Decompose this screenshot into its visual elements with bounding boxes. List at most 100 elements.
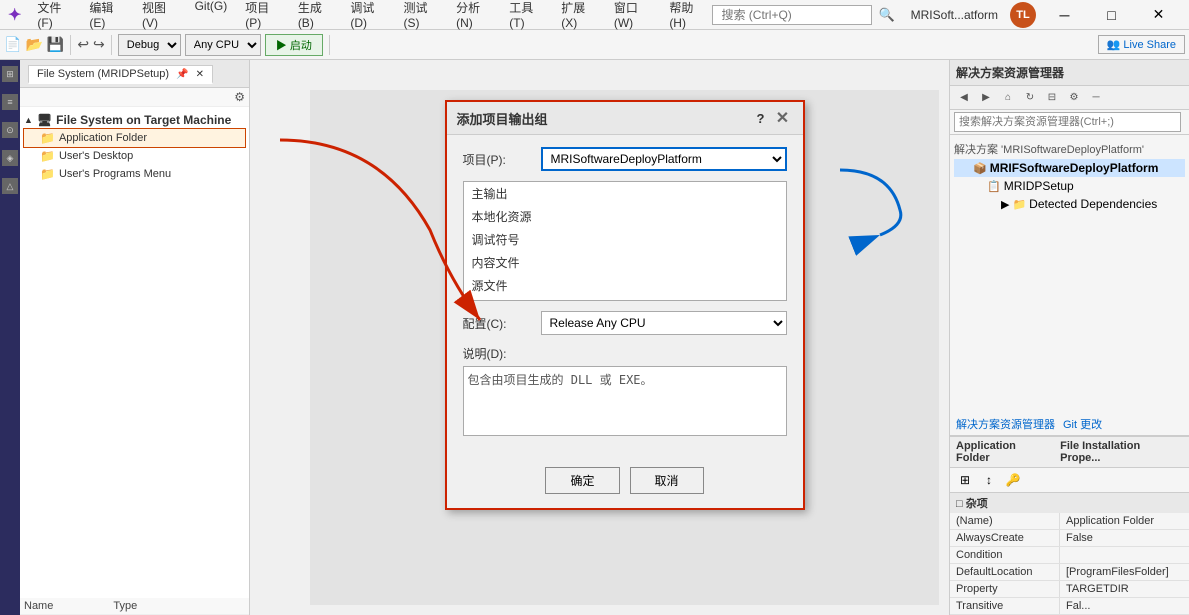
separator-2 [111,35,112,55]
prop-key-name: (Name) [950,513,1060,529]
folder-icon-app: 📁 [40,131,55,145]
toolbar-btn-new[interactable]: 📄 [4,36,21,53]
output-listbox[interactable]: 主输出 本地化资源 调试符号 内容文件 源文件 文档文件 XML 序列化程序集 [463,181,787,301]
desc-textarea[interactable]: 包含由项目生成的 DLL 或 EXE。 [463,366,787,436]
menu-extensions[interactable]: 扩展(X) [553,0,604,32]
folder-icon-desktop: 📁 [40,149,55,163]
properties-header: Application Folder File Installation Pro… [950,437,1189,468]
project-select[interactable]: MRISoftwareDeployPlatform [541,147,787,171]
tab-file-system-label: File System (MRIDPSetup) [37,68,169,80]
listbox-item-main[interactable]: 主输出 [464,182,786,205]
activity-icon-2[interactable]: ≡ [2,94,18,110]
avatar: TL [1010,2,1036,28]
menu-debug[interactable]: 调试(D) [342,0,393,32]
toolbar-btn-redo[interactable]: ↪ [93,36,105,53]
sol-toolbar-filter[interactable]: ⊟ [1042,88,1062,108]
file-tree-root: ▲ 🖥 File System on Target Machine [24,111,245,129]
sol-toolbar-forward[interactable]: ▶ [976,88,996,108]
app-logo-icon: ✦ [8,5,21,25]
git-label[interactable]: Git 更改 [1063,416,1102,432]
live-share-label: Live Share [1123,39,1176,51]
tree-item-programs-menu[interactable]: 📁 User's Programs Menu [24,165,245,183]
prop-key-transitive: Transitive [950,598,1060,614]
col-type-header: Type [113,600,137,612]
global-search-input[interactable] [712,5,872,25]
config-control: Release Any CPU [541,311,787,335]
listbox-item-debug[interactable]: 调试符号 [464,228,786,251]
activity-icon-3[interactable]: ⊙ [2,122,18,138]
menu-build[interactable]: 生成(B) [290,0,341,32]
file-headers: Name Type [20,598,249,615]
tab-close-icon[interactable]: ✕ [196,69,204,80]
toolbar-btn-open[interactable]: 📂 [25,36,42,53]
sol-mgr-label[interactable]: 解决方案资源管理器 [956,416,1055,432]
dialog-overlay: 添加项目输出组 ? ✕ 项目(P): MRISoftwareDeployPlat… [310,90,939,605]
listbox-item-localized[interactable]: 本地化资源 [464,205,786,228]
file-tree: ▲ 🖥 File System on Target Machine 📁 Appl… [20,107,249,598]
sol-toolbar-close[interactable]: ─ [1086,88,1106,108]
menu-test[interactable]: 测试(S) [396,0,447,32]
settings-icon[interactable]: ⚙ [234,90,245,104]
sol-toolbar-home[interactable]: ⌂ [998,88,1018,108]
activity-icon-4[interactable]: ◈ [2,150,18,166]
props-btn-grid[interactable]: ⊞ [954,470,976,490]
activity-icon-5[interactable]: △ [2,178,18,194]
solution-item-platform[interactable]: 📦 MRIFSoftwareDeployPlatform [954,159,1185,177]
dialog-help-icon[interactable]: ? [757,111,765,126]
file-panel-tab: File System (MRIDPSetup) 📌 ✕ [20,60,249,88]
project-row: 项目(P): MRISoftwareDeployPlatform [463,147,787,171]
ok-button[interactable]: 确定 [545,467,619,494]
solution-item-dependencies[interactable]: ▶ 📁 Detected Dependencies [954,195,1185,213]
solution-root-label: 解决方案 'MRISoftwareDeployPlatform' [954,139,1185,159]
dialog-close-button[interactable]: ✕ [773,108,793,128]
cpu-mode-select[interactable]: Any CPU [185,34,261,56]
listbox-item-source[interactable]: 源文件 [464,274,786,297]
toolbar-btn-save[interactable]: 💾 [47,36,64,53]
live-share-icon: 👥 [1107,39,1121,51]
menu-tools[interactable]: 工具(T) [501,0,551,32]
computer-icon: 🖥 [37,113,52,127]
menu-help[interactable]: 帮助(H) [661,0,712,32]
add-output-group-dialog: 添加项目输出组 ? ✕ 项目(P): MRISoftwareDeployPlat… [445,100,805,510]
debug-mode-select[interactable]: Debug [118,34,181,56]
sol-toolbar-refresh[interactable]: ↻ [1020,88,1040,108]
listbox-item-docs[interactable]: 文档文件 [464,297,786,301]
title-bar: ✦ 文件(F) 编辑(E) 视图(V) Git(G) 项目(P) 生成(B) 调… [0,0,1189,30]
solution-search-input[interactable] [954,112,1181,132]
menu-project[interactable]: 项目(P) [237,0,288,32]
cancel-button[interactable]: 取消 [630,467,704,494]
tree-item-desktop[interactable]: 📁 User's Desktop [24,147,245,165]
title-bar-left: ✦ 文件(F) 编辑(E) 视图(V) Git(G) 项目(P) 生成(B) 调… [8,0,712,32]
live-share-button[interactable]: 👥 Live Share [1098,35,1185,54]
menu-window[interactable]: 窗口(W) [606,0,659,32]
prop-key-always-create: AlwaysCreate [950,530,1060,546]
toolbar-btn-undo[interactable]: ↩ [77,36,89,53]
props-btn-filter[interactable]: 🔑 [1002,470,1024,490]
activity-icon-1[interactable]: ⊞ [2,66,18,82]
start-button[interactable]: ▶ 启动 [265,34,323,56]
properties-panel: Application Folder File Installation Pro… [950,436,1189,615]
sol-toolbar-back[interactable]: ◀ [954,88,974,108]
menu-view[interactable]: 视图(V) [134,0,185,32]
close-button[interactable]: ✕ [1136,1,1181,29]
prop-key-condition: Condition [950,547,1060,563]
config-select[interactable]: Release Any CPU [541,311,787,335]
props-btn-sort[interactable]: ↕ [978,470,1000,490]
tree-item-programs-label: User's Programs Menu [59,168,171,180]
prop-key-default-location: DefaultLocation [950,564,1060,580]
minimize-button[interactable]: ─ [1042,1,1087,29]
separator-3 [329,35,330,55]
menu-git[interactable]: Git(G) [187,0,236,32]
tab-file-system[interactable]: File System (MRIDPSetup) 📌 ✕ [28,65,213,84]
tree-item-app-folder[interactable]: 📁 Application Folder [24,129,245,147]
maximize-button[interactable]: □ [1089,1,1134,29]
listbox-item-content[interactable]: 内容文件 [464,251,786,274]
solution-explorer-title: 解决方案资源管理器 [950,60,1189,86]
tab-pin-icon[interactable]: 📌 [176,69,188,80]
solution-item-setup[interactable]: 📋 MRIDPSetup [954,177,1185,195]
menu-file[interactable]: 文件(F) [29,0,79,32]
menu-analyze[interactable]: 分析(N) [448,0,499,32]
file-panel: File System (MRIDPSetup) 📌 ✕ ⚙ ▲ 🖥 File … [20,60,250,615]
sol-toolbar-settings[interactable]: ⚙ [1064,88,1084,108]
menu-edit[interactable]: 编辑(E) [81,0,132,32]
